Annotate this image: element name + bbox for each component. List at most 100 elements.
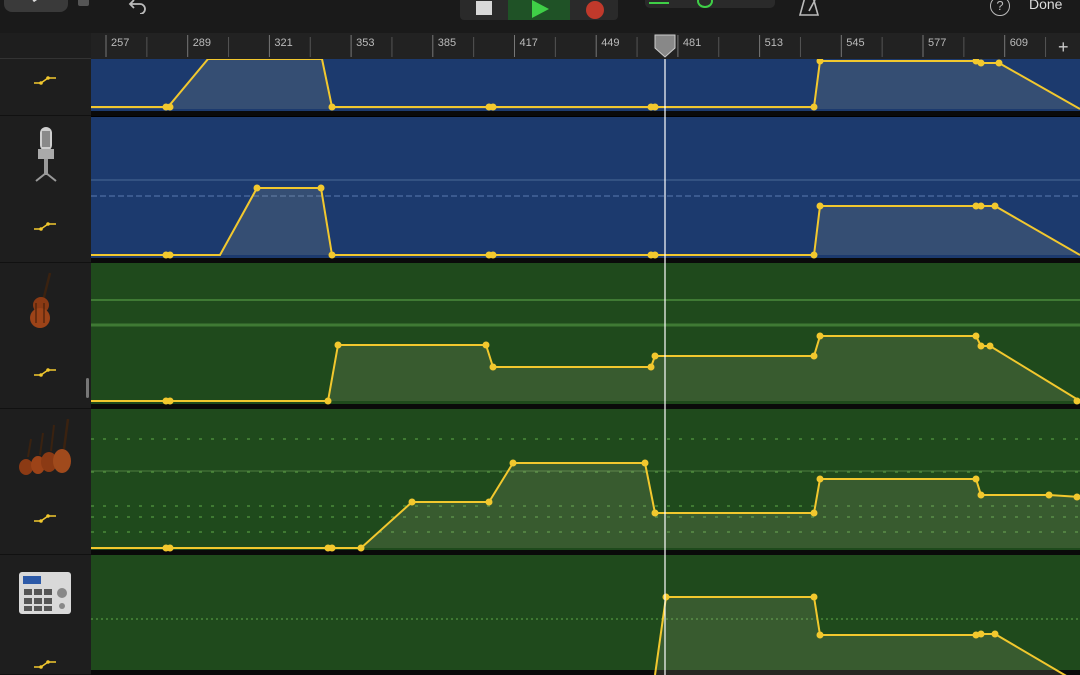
ruler-bar-label: 449: [601, 37, 619, 49]
lane-divider: [91, 404, 1080, 409]
play-icon: [532, 0, 549, 18]
automation-point[interactable]: [816, 475, 824, 483]
lane-divider: [91, 111, 1080, 116]
view-toggle-button[interactable]: [78, 0, 89, 6]
metronome-icon[interactable]: [798, 0, 820, 17]
automation-point[interactable]: [641, 459, 649, 467]
automation-point[interactable]: [986, 342, 994, 350]
ruler-bar-label: 513: [765, 37, 783, 49]
playhead-handle[interactable]: [654, 34, 676, 58]
track-header-3[interactable]: [0, 263, 91, 409]
automation-point[interactable]: [489, 103, 497, 111]
automation-point[interactable]: [977, 202, 985, 210]
tracks-view-icon[interactable]: [649, 2, 669, 4]
string-section-icon: [19, 418, 71, 475]
pencil-icon: [32, 0, 44, 3]
automation-point[interactable]: [810, 251, 818, 259]
automation-point[interactable]: [253, 184, 261, 192]
ruler-bar-label: 385: [438, 37, 456, 49]
automation-icon: [34, 660, 56, 669]
help-button[interactable]: ?: [990, 0, 1010, 16]
track-header-2[interactable]: [0, 117, 91, 263]
cello-icon: [30, 272, 52, 328]
automation-point[interactable]: [977, 491, 985, 499]
automation-point[interactable]: [651, 352, 659, 360]
ruler-corner: [0, 33, 91, 59]
automation-point[interactable]: [357, 544, 365, 552]
lane-divider: [91, 258, 1080, 263]
loop-browser-icon[interactable]: [697, 0, 713, 8]
automation-point[interactable]: [328, 251, 336, 259]
automation-point[interactable]: [1045, 491, 1053, 499]
automation-point[interactable]: [509, 459, 517, 467]
ruler-bar-label: 321: [274, 37, 292, 49]
automation-point[interactable]: [810, 352, 818, 360]
automation-point[interactable]: [810, 593, 818, 601]
automation-point[interactable]: [334, 341, 342, 349]
automation-point[interactable]: [647, 363, 655, 371]
automation-point[interactable]: [166, 397, 174, 405]
done-button[interactable]: Done: [1029, 0, 1062, 12]
ruler-bar-label: 545: [846, 37, 864, 49]
ruler-bar-label: 609: [1010, 37, 1028, 49]
transport-controls: [460, 0, 618, 20]
automation-point[interactable]: [651, 509, 659, 517]
automation-point[interactable]: [977, 342, 985, 350]
automation-point[interactable]: [324, 397, 332, 405]
automation-point[interactable]: [810, 103, 818, 111]
microphone-icon: [35, 127, 57, 182]
automation-point[interactable]: [816, 631, 824, 639]
automation-point[interactable]: [317, 184, 325, 192]
automation-point[interactable]: [328, 103, 336, 111]
automation-point[interactable]: [995, 59, 1003, 67]
ruler-bar-label: 577: [928, 37, 946, 49]
automation-area: [91, 59, 1080, 675]
stop-button[interactable]: [476, 1, 492, 15]
automation-point[interactable]: [408, 498, 416, 506]
ruler-bar-label: 289: [193, 37, 211, 49]
control-bar: ? Done: [0, 0, 1080, 33]
automation-point[interactable]: [991, 202, 999, 210]
automation-point[interactable]: [489, 363, 497, 371]
automation-point[interactable]: [489, 251, 497, 259]
automation-point[interactable]: [485, 498, 493, 506]
automation-point[interactable]: [972, 332, 980, 340]
track-header-4[interactable]: [0, 409, 91, 555]
automation-icon: [34, 222, 56, 231]
automation-point[interactable]: [810, 509, 818, 517]
automation-point[interactable]: [482, 341, 490, 349]
automation-icon: [34, 514, 56, 523]
track-header-5[interactable]: [0, 555, 91, 675]
automation-point[interactable]: [166, 251, 174, 259]
ruler-bar-label: 257: [111, 37, 129, 49]
ruler-bar-label: 353: [356, 37, 374, 49]
ruler-ticks: 257 289 321 353 385 417 449 481 513 545 577 609: [105, 35, 1047, 57]
automation-point[interactable]: [991, 630, 999, 638]
automation-point[interactable]: [816, 202, 824, 210]
lane-divider: [91, 550, 1080, 555]
resize-handle[interactable]: [86, 378, 89, 398]
record-button[interactable]: [586, 1, 604, 19]
track-header-1[interactable]: [0, 59, 91, 116]
ruler-bar-label: 417: [520, 37, 538, 49]
automation-point[interactable]: [816, 332, 824, 340]
edit-tool-button[interactable]: [4, 0, 68, 12]
undo-icon[interactable]: [128, 0, 148, 14]
track-lanes[interactable]: [91, 59, 1080, 675]
automation-point[interactable]: [166, 544, 174, 552]
drum-machine-icon: [19, 572, 71, 614]
automation-icon: [34, 76, 56, 85]
automation-point[interactable]: [977, 59, 985, 67]
automation-point[interactable]: [651, 103, 659, 111]
automation-point[interactable]: [651, 251, 659, 259]
automation-point[interactable]: [328, 544, 336, 552]
tracks-loop-controls: [645, 0, 775, 8]
bar-ruler[interactable]: 257 289 321 353 385 417 449 481 513 545 577 609: [91, 33, 1080, 59]
automation-point[interactable]: [662, 593, 670, 601]
ruler-bar-label: 481: [683, 37, 701, 49]
automation-point[interactable]: [972, 475, 980, 483]
automation-point[interactable]: [977, 630, 985, 638]
add-section-button[interactable]: +: [1058, 37, 1069, 58]
automation-point[interactable]: [166, 103, 174, 111]
play-button[interactable]: [508, 0, 570, 20]
